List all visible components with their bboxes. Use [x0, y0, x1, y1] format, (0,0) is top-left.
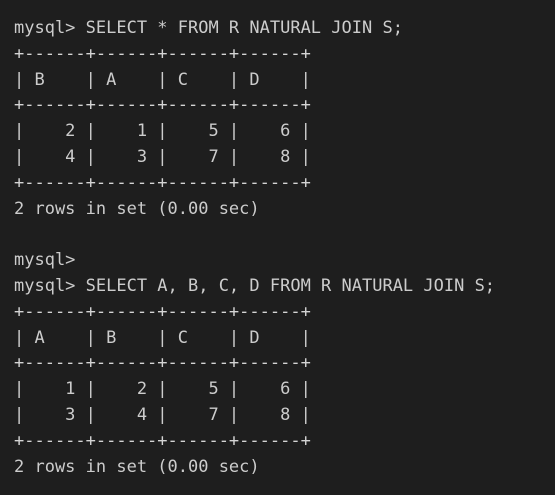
table1-top-border: +------+------+------+------+ [14, 43, 311, 64]
table1-header-row: | B | A | C | D | [14, 69, 311, 90]
query1-result-summary: 2 rows in set (0.00 sec) [14, 198, 260, 219]
table1-row-2: | 4 | 3 | 7 | 8 | [14, 146, 311, 167]
table1-header-border: +------+------+------+------+ [14, 95, 311, 116]
empty-prompt-line: mysql> [14, 250, 76, 271]
table2-header-border: +------+------+------+------+ [14, 353, 311, 374]
table2-top-border: +------+------+------+------+ [14, 301, 311, 322]
table1-row-1: | 2 | 1 | 5 | 6 | [14, 121, 311, 142]
query2-prompt-line: mysql> SELECT A, B, C, D FROM R NATURAL … [14, 275, 496, 296]
table2-row-2: | 3 | 4 | 7 | 8 | [14, 404, 311, 425]
query2-result-summary: 2 rows in set (0.00 sec) [14, 456, 260, 477]
terminal-window[interactable]: mysql> SELECT * FROM R NATURAL JOIN S; +… [0, 0, 555, 495]
table2-header-row: | A | B | C | D | [14, 327, 311, 348]
table1-bottom-border: +------+------+------+------+ [14, 172, 311, 193]
table2-row-1: | 1 | 2 | 5 | 6 | [14, 379, 311, 400]
query1-prompt-line: mysql> SELECT * FROM R NATURAL JOIN S; [14, 18, 403, 38]
table2-bottom-border: +------+------+------+------+ [14, 430, 311, 451]
